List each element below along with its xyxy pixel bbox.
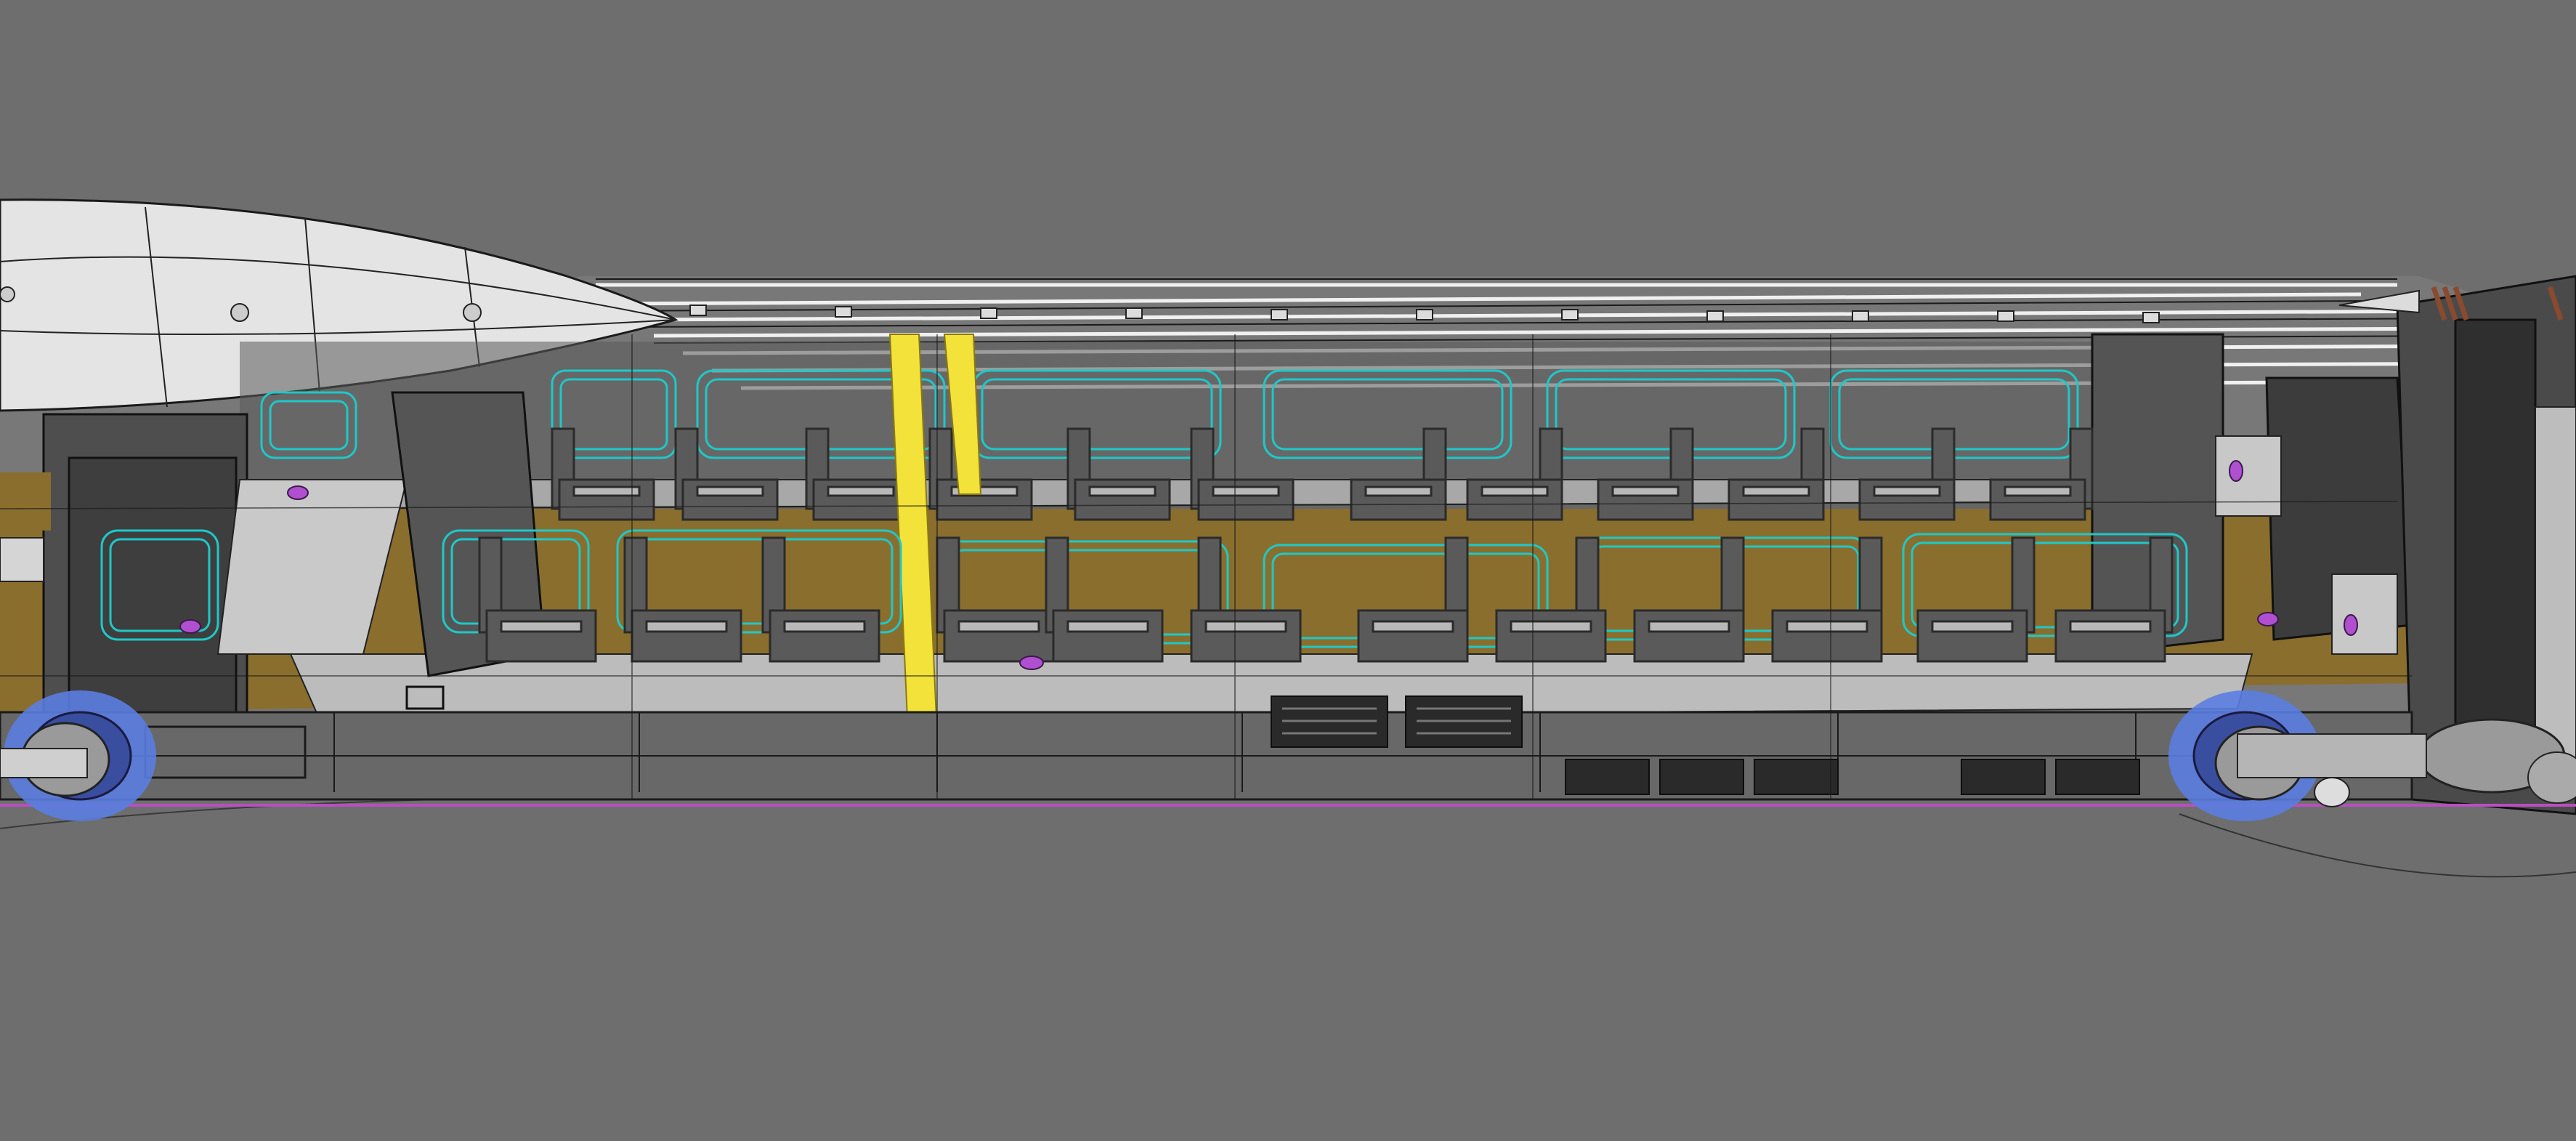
train-car-scene (0, 0, 2576, 1141)
3d-viewport[interactable] (0, 0, 2576, 1141)
underframe (0, 696, 2413, 801)
